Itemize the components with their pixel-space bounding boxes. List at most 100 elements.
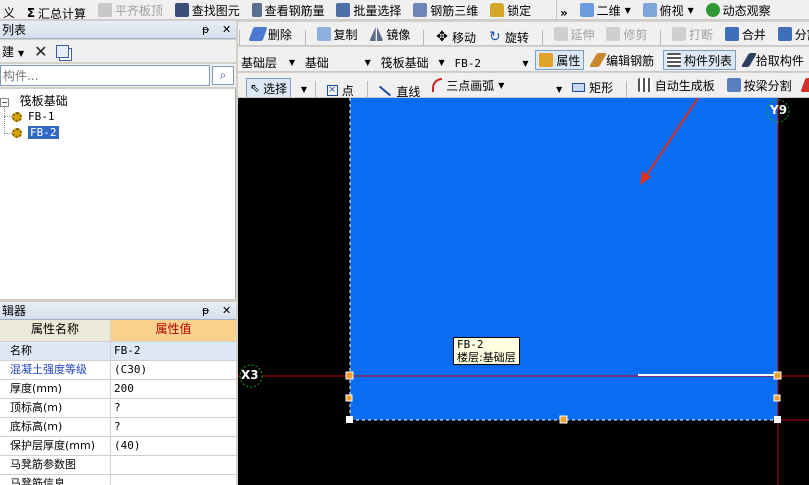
floor-select[interactable]: 基础层 ▼ xyxy=(238,54,298,72)
property-row[interactable]: 马凳筋信息 xyxy=(0,475,236,485)
property-value[interactable]: FB-2 xyxy=(111,342,236,360)
find-element-button[interactable]: 查找图元 xyxy=(172,0,243,19)
list-panel-title-text: 列表 xyxy=(2,23,27,37)
break-button[interactable]: 打断 xyxy=(669,24,716,44)
property-row[interactable]: 底标高(m)? xyxy=(0,418,236,437)
new-button[interactable]: 建 ▼ xyxy=(0,43,24,60)
toolbar-label: 三点画弧 xyxy=(446,78,495,93)
trim-button[interactable]: 修剪 xyxy=(603,24,650,44)
arc-option-select[interactable]: ▼ xyxy=(513,81,565,98)
property-row[interactable]: 马凳筋参数图 xyxy=(0,456,236,475)
copy-icon[interactable] xyxy=(55,44,69,58)
rebar-3d-button[interactable]: 钢筋三维 xyxy=(410,0,481,19)
summary-calc-button[interactable]: Σ 汇总计算 xyxy=(24,3,89,20)
property-grid: 属性名称 属性值 名称 FB-2 混凝土强度等级 (C30) 厚度(mm) 200 顶标高(… xyxy=(0,320,236,485)
property-row[interactable]: 保护层厚度(mm) (40) xyxy=(0,437,236,456)
tree-item-fb1[interactable]: FB-1 xyxy=(12,109,55,123)
new-label: 建 xyxy=(2,44,15,59)
grip-handle[interactable] xyxy=(345,371,354,380)
more-button[interactable]: » xyxy=(557,3,571,19)
tree-connector xyxy=(4,133,12,134)
toolbar-item-0[interactable]: 义 xyxy=(0,3,18,19)
grip-handle[interactable] xyxy=(559,415,568,424)
point-tool[interactable]: × 点 xyxy=(324,81,357,97)
batch-select-button[interactable]: 批量选择 xyxy=(333,0,404,19)
view-rebar-button[interactable]: 查看钢筋量 xyxy=(249,0,328,19)
component-list-button[interactable]: 构件列表 xyxy=(663,50,737,70)
move-button[interactable]: ✥ 移动 xyxy=(432,27,479,45)
merge-button[interactable]: 合并 xyxy=(722,24,769,44)
property-value[interactable]: (C30) xyxy=(111,361,236,379)
property-row[interactable]: 名称 FB-2 xyxy=(0,342,236,361)
grip-handle[interactable] xyxy=(346,416,353,423)
col-name-header: 属性名称 xyxy=(0,320,111,341)
sigma-icon: Σ xyxy=(26,6,36,20)
delete-icon[interactable]: ✕ xyxy=(34,42,47,61)
type-select[interactable]: 筏板基础 ▼ xyxy=(378,54,448,72)
pin-icon[interactable]: ᵽ xyxy=(202,302,209,320)
grip-handle[interactable] xyxy=(774,416,781,423)
point-icon: × xyxy=(326,85,338,96)
view-2d-dropdown[interactable]: 二维 ▼ xyxy=(577,0,634,19)
mirror-icon xyxy=(369,27,384,41)
property-row[interactable]: 厚度(mm) 200 xyxy=(0,380,236,399)
rectangle-tool[interactable]: 矩形 xyxy=(569,78,616,98)
chevron-down-icon: ▼ xyxy=(522,59,529,68)
search-input[interactable] xyxy=(0,65,210,86)
property-name: 顶标高(m) xyxy=(0,399,111,417)
lock-button[interactable]: 锁定 xyxy=(487,0,534,19)
edit-rebar-button[interactable]: 编辑钢筋 xyxy=(589,50,657,70)
select-dropdown-icon[interactable]: ▼ xyxy=(301,85,307,94)
search-icon[interactable]: ⌕ xyxy=(212,66,234,85)
split-button[interactable]: 分割 xyxy=(775,24,809,44)
eraser-icon xyxy=(248,27,268,41)
extend-button[interactable]: 延伸 xyxy=(551,24,598,44)
tree-item-fb2[interactable]: FB-2 xyxy=(12,125,59,139)
category-select[interactable]: 基础 ▼ xyxy=(302,54,374,72)
grip-handle[interactable] xyxy=(345,394,353,402)
property-row[interactable]: 顶标高(m)? xyxy=(0,399,236,418)
grip-handle[interactable] xyxy=(773,371,782,380)
split-beam-icon xyxy=(726,78,741,92)
rotate-button[interactable]: ↻ 旋转 xyxy=(485,27,532,45)
settings-button[interactable]: 设 xyxy=(800,75,809,95)
toolbar-label: 平齐板顶 xyxy=(114,3,163,18)
mirror-button[interactable]: 镜像 xyxy=(366,24,413,44)
component-icon xyxy=(12,111,22,122)
view-mode-dropdown[interactable]: 俯视 ▼ xyxy=(640,0,697,19)
property-value[interactable]: ? xyxy=(111,418,236,436)
slab-fb2[interactable] xyxy=(350,98,778,420)
component-select[interactable]: FB-2 ▼ xyxy=(451,55,531,72)
flush-top-button[interactable]: 平齐板顶 xyxy=(95,0,166,19)
line-tool[interactable]: 直线 xyxy=(375,81,423,97)
property-value[interactable]: (40) xyxy=(111,437,236,455)
toolbar-label: 旋转 xyxy=(504,30,529,45)
attribute-button[interactable]: 属性 xyxy=(535,50,585,70)
grid-icon xyxy=(637,78,652,92)
auto-generate-button[interactable]: 自动生成板 xyxy=(635,75,718,95)
arc-tool[interactable]: 三点画弧 ▼ xyxy=(429,75,507,95)
close-icon[interactable]: ✕ xyxy=(222,21,231,39)
search-box: ⌕ xyxy=(0,64,236,87)
select-tool[interactable]: ⇖ 选择 xyxy=(246,78,292,97)
delete-button[interactable]: 删除 xyxy=(248,24,295,44)
drawing-canvas[interactable]: X3 Y9 FB-2 楼层:基础层 xyxy=(238,98,809,485)
pin-icon[interactable]: ᵽ xyxy=(202,21,209,39)
pick-component-button[interactable]: 拾取构件 xyxy=(740,50,807,70)
close-icon[interactable]: ✕ xyxy=(222,302,231,320)
toolbar-label: 选择 xyxy=(263,81,288,96)
chevron-down-icon: ▼ xyxy=(18,48,25,58)
dynamic-observe-button[interactable]: 动态观察 xyxy=(703,0,774,19)
property-value[interactable]: ? xyxy=(111,399,236,417)
grip-handle[interactable] xyxy=(773,394,781,402)
toolbar-label: 构件列表 xyxy=(684,53,733,68)
floor-value: 基础层 xyxy=(241,56,278,70)
split-by-beam-button[interactable]: 按梁分割 xyxy=(724,75,795,95)
category-value: 基础 xyxy=(304,56,329,70)
property-row[interactable]: 混凝土强度等级 (C30) xyxy=(0,361,236,380)
tree-root[interactable]: − 筏板基础 xyxy=(0,92,68,109)
property-value[interactable]: 200 xyxy=(111,380,236,398)
property-value[interactable] xyxy=(111,475,236,485)
property-value[interactable] xyxy=(111,456,236,474)
copy-button[interactable]: 复制 xyxy=(314,24,361,44)
